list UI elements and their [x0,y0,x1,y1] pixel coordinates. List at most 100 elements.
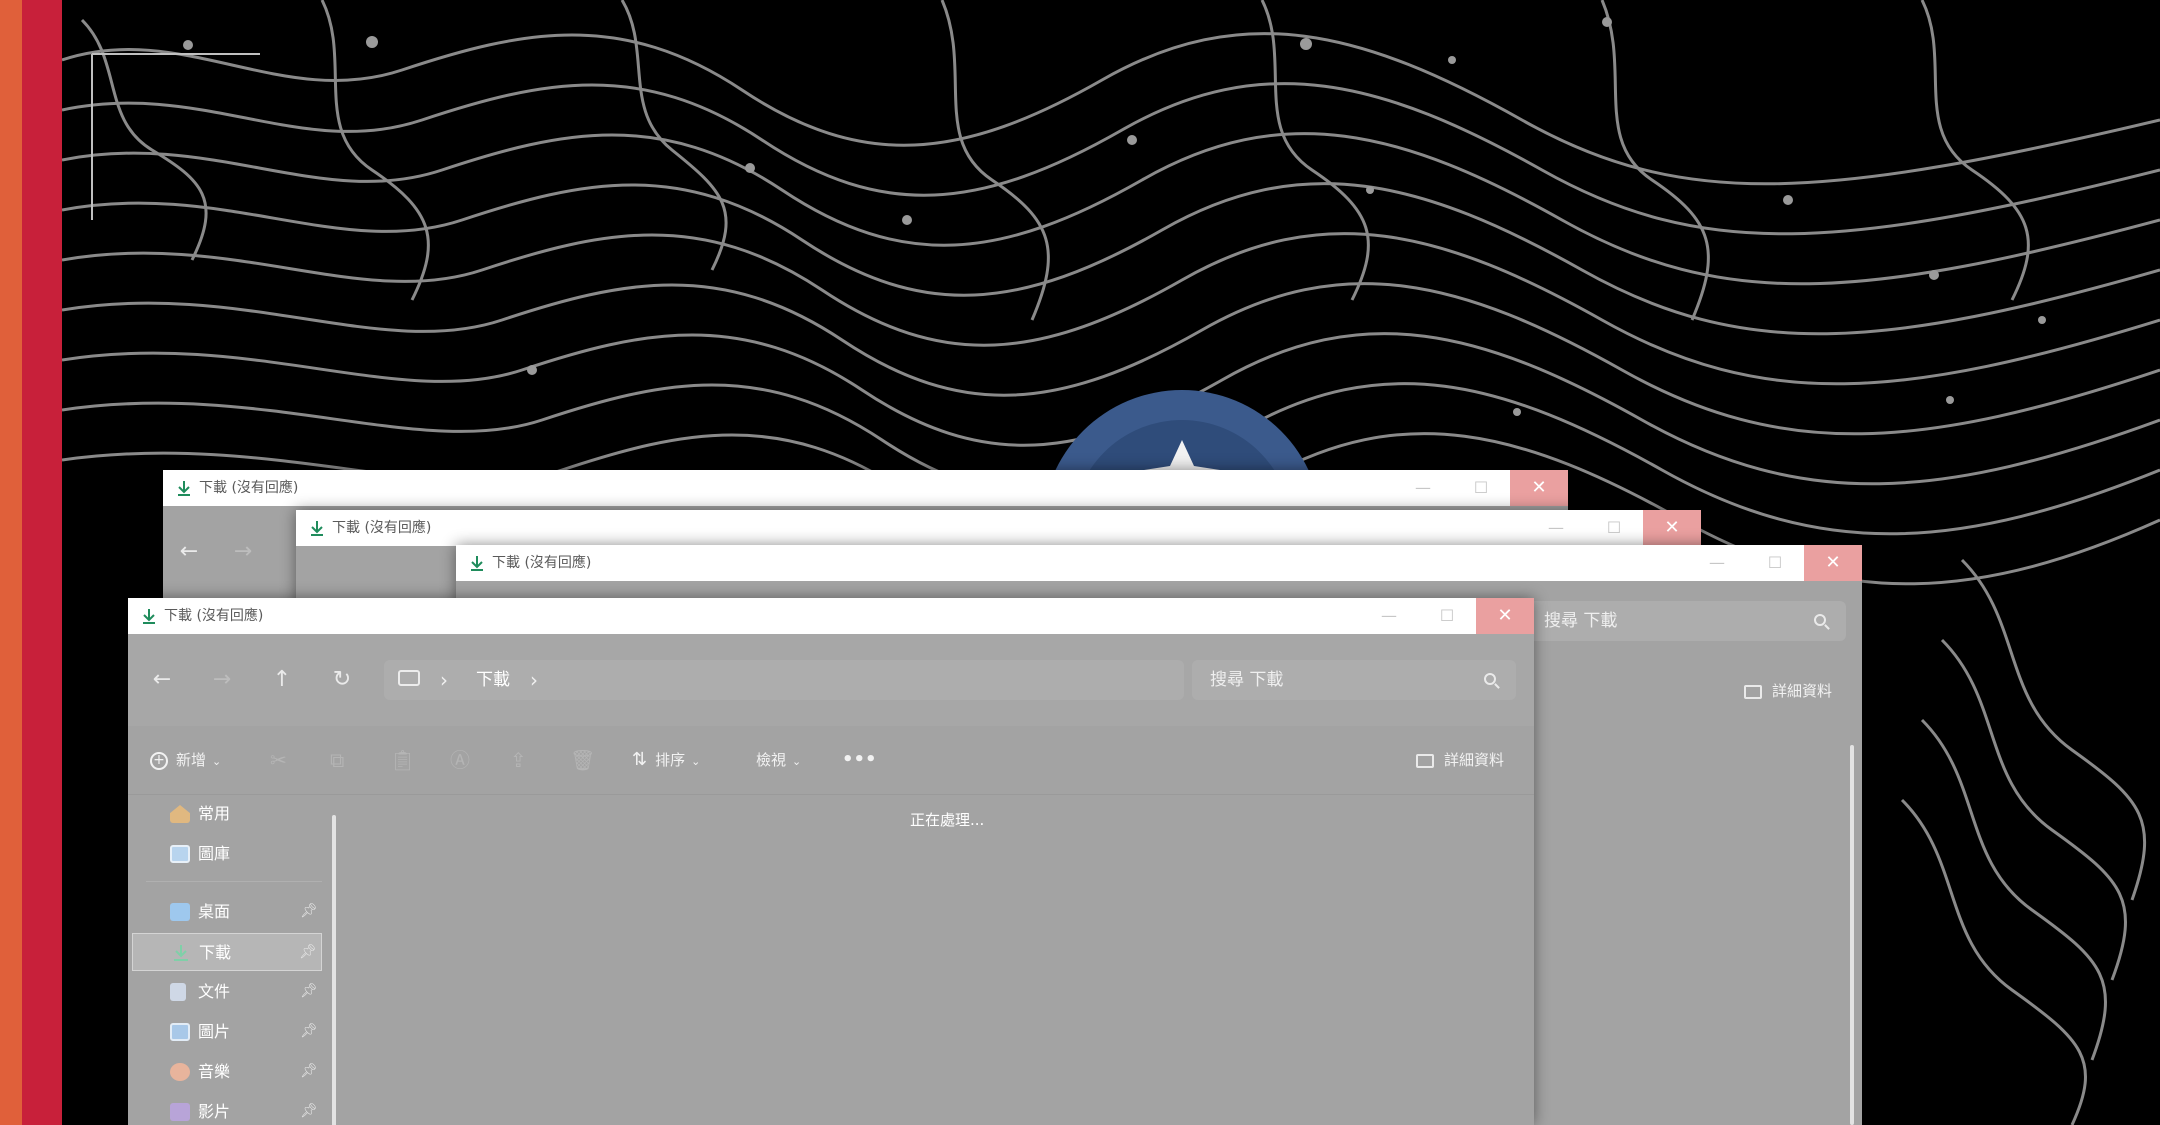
cut-icon[interactable]: ✂ [270,746,287,774]
command-bar: + 新增 ⌄ ✂ ⧉ 📋︎ Ⓐ ⇪ 🗑︎ ⇅ 排序 ⌄ 檢視 ⌄ ••• 詳細資料 [128,726,1534,795]
minimize-button[interactable]: — [1360,598,1418,634]
breadcrumb-chevron-icon: › [530,668,538,692]
sort-label: 排序 [655,751,686,769]
navigation-pane: 常用 圖庫 桌面 📌︎ 下載 📌︎ 文件 📌︎ 圖片 📌︎ 音樂 📌︎ 影片 📌… [128,795,342,1125]
details-button[interactable]: 詳細資料 [1416,746,1504,774]
maximize-button[interactable]: ☐ [1585,510,1643,546]
sidebar-item-music[interactable]: 音樂 📌︎ [132,1053,322,1091]
window-title: 下載 (沒有回應) [199,480,299,496]
maximize-button[interactable]: ☐ [1418,598,1476,634]
maximize-button[interactable]: ☐ [1452,470,1510,506]
explorer-window-front[interactable]: 下載 (沒有回應) — ☐ ✕ ← → ↑ ↻ › 下載 › 搜尋 下載 + 新增… [128,598,1534,1125]
minimize-button[interactable]: — [1688,545,1746,581]
pin-icon[interactable]: 📌︎ [300,1063,318,1079]
documents-folder-icon [170,983,186,1001]
rename-icon[interactable]: Ⓐ [450,746,470,774]
sidebar-item-desktop[interactable]: 桌面 📌︎ [132,893,322,931]
back-arrow-icon[interactable]: ← [171,532,207,572]
maximize-button[interactable]: ☐ [1746,545,1804,581]
desktop-accent-orange [0,0,22,1125]
view-label: 檢視 [756,751,787,769]
window-title: 下載 (沒有回應) [492,555,592,571]
sidebar-item-gallery[interactable]: 圖庫 [132,835,322,873]
breadcrumb-chevron-icon: › [440,668,448,692]
sidebar-item-label: 桌面 [198,902,231,921]
view-button[interactable]: 檢視 ⌄ [756,746,801,774]
pin-icon[interactable]: 📌︎ [300,983,318,999]
sidebar-item-videos[interactable]: 影片 📌︎ [132,1093,322,1125]
desktop-accent-red [22,0,62,1125]
search-icon [1814,614,1826,626]
videos-folder-icon [170,1103,190,1121]
minimize-button[interactable]: — [1394,470,1452,506]
close-button[interactable]: ✕ [1510,470,1568,506]
share-icon[interactable]: ⇪ [510,746,527,774]
sidebar-item-home[interactable]: 常用 [132,795,322,833]
sidebar-item-label: 文件 [198,982,231,1001]
title-bar[interactable]: 下載 (沒有回應) — ☐ ✕ [128,598,1534,634]
pin-icon[interactable]: 📌︎ [300,1103,318,1119]
sidebar-item-pictures[interactable]: 圖片 📌︎ [132,1013,322,1051]
breadcrumb-downloads[interactable]: 下載 [476,660,510,700]
search-icon [1484,673,1496,685]
window-title: 下載 (沒有回應) [332,520,432,536]
loading-status: 正在處理... [910,811,985,829]
gallery-icon [170,845,190,863]
download-icon [178,481,190,496]
address-bar[interactable]: › 下載 › [384,660,1184,700]
up-arrow-icon[interactable]: ↑ [264,660,300,700]
home-icon [170,805,190,823]
pictures-folder-icon [170,1023,190,1041]
close-button[interactable]: ✕ [1804,545,1862,581]
file-list-area[interactable]: 正在處理... [342,795,1534,1125]
more-options-button[interactable]: ••• [842,746,877,774]
chevron-down-icon: ⌄ [212,755,222,768]
back-arrow-icon[interactable]: ← [144,660,180,700]
sidebar-divider [146,881,322,882]
download-icon [311,521,323,536]
navigation-bar: ← → ↑ ↻ › 下載 › 搜尋 下載 [128,634,1534,726]
delete-icon[interactable]: 🗑︎ [570,746,595,774]
sidebar-item-label: 常用 [198,804,231,823]
paste-icon[interactable]: 📋︎ [390,746,415,774]
details-pane-icon [1416,753,1434,768]
sidebar-item-label: 音樂 [198,1062,231,1081]
title-bar[interactable]: 下載 (沒有回應) — ☐ ✕ [163,470,1568,506]
pin-icon[interactable]: 📌︎ [300,903,318,919]
sidebar-item-label: 圖庫 [198,844,231,863]
computer-icon [398,670,420,686]
details-pane-icon [1744,684,1762,699]
new-label: 新增 [176,751,207,769]
title-bar[interactable]: 下載 (沒有回應) — ☐ ✕ [456,545,1862,581]
forward-arrow-icon[interactable]: → [225,532,261,572]
minimize-button[interactable]: — [1527,510,1585,546]
sidebar-item-label: 影片 [198,1102,231,1121]
details-label: 詳細資料 [1772,682,1833,700]
search-box[interactable]: 搜尋 下載 [1192,660,1516,700]
close-button[interactable]: ✕ [1643,510,1701,546]
new-button[interactable]: + 新增 ⌄ [150,746,221,774]
details-label: 詳細資料 [1444,751,1505,769]
download-folder-icon [174,945,188,961]
sidebar-item-documents[interactable]: 文件 📌︎ [132,973,322,1011]
sort-icon: ⇅ [632,749,648,770]
music-folder-icon [170,1063,190,1081]
chevron-down-icon: ⌄ [792,755,802,768]
title-bar[interactable]: 下載 (沒有回應) — ☐ ✕ [296,510,1701,546]
search-placeholder: 搜尋 下載 [1210,670,1284,690]
forward-arrow-icon[interactable]: → [204,660,240,700]
pin-icon[interactable]: 📌︎ [299,944,317,960]
sort-button[interactable]: ⇅ 排序 ⌄ [632,746,700,774]
close-button[interactable]: ✕ [1476,598,1534,634]
desktop-folder-icon [170,903,190,921]
copy-icon[interactable]: ⧉ [330,746,344,774]
search-placeholder: 搜尋 下載 [1544,611,1618,631]
search-box[interactable]: 搜尋 下載 [1526,601,1846,641]
sidebar-item-downloads[interactable]: 下載 📌︎ [132,933,322,971]
sidebar-item-label: 下載 [199,943,232,962]
pin-icon[interactable]: 📌︎ [300,1023,318,1039]
details-button[interactable]: 詳細資料 [1744,677,1832,705]
refresh-icon[interactable]: ↻ [324,660,360,700]
sidebar-scrollbar[interactable] [332,815,336,1125]
content-scrollbar[interactable] [1850,745,1854,1125]
